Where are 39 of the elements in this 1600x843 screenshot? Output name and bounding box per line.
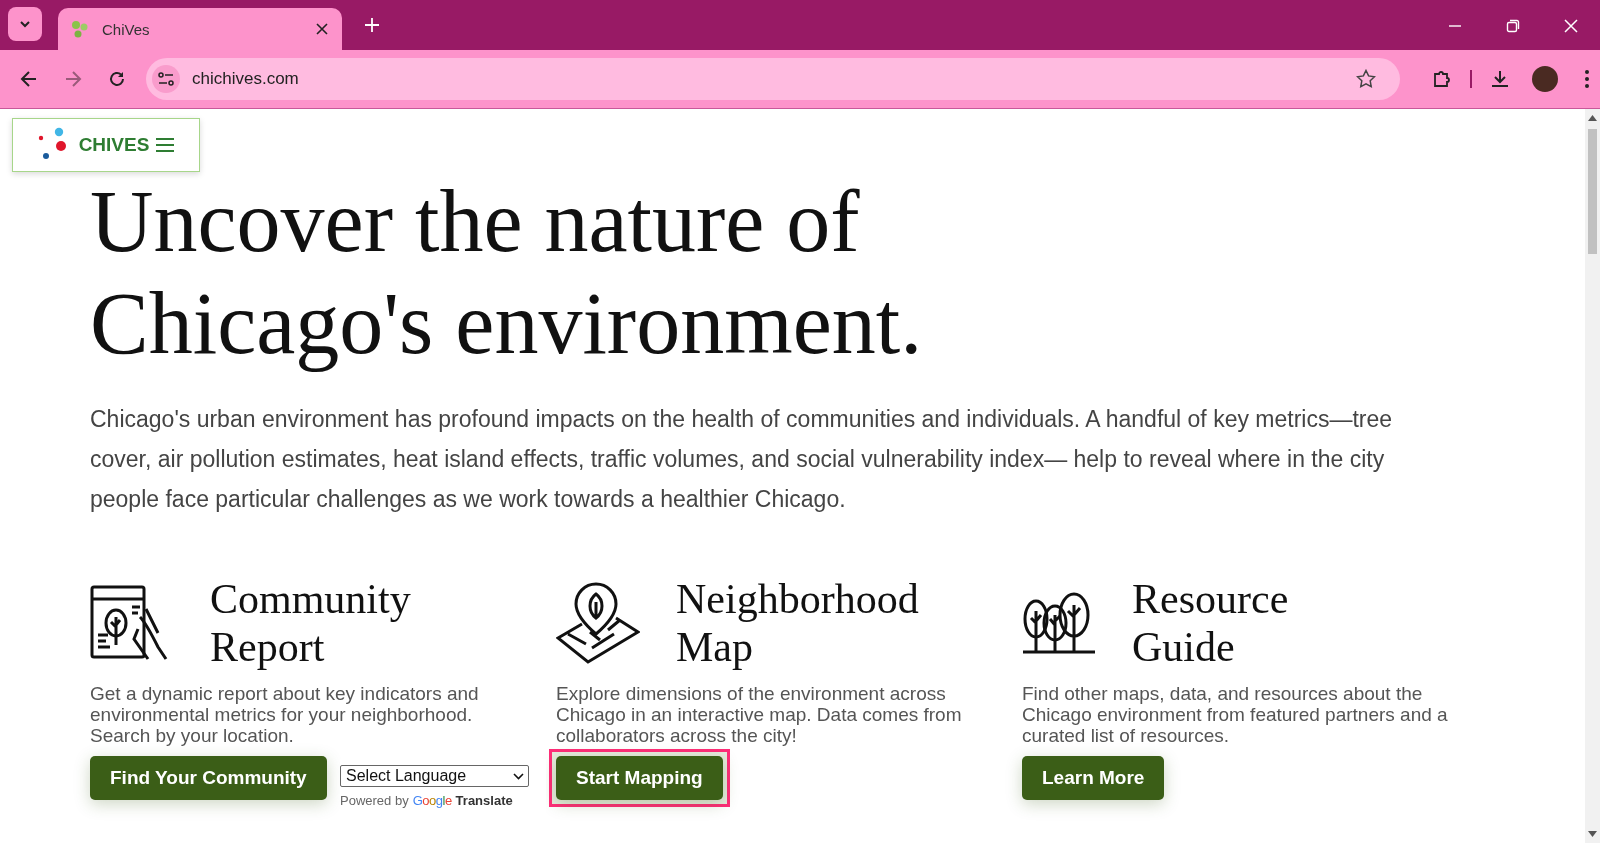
site-settings-icon[interactable] xyxy=(152,65,180,93)
scroll-up-icon[interactable] xyxy=(1588,115,1597,121)
card-description: Explore dimensions of the environment across Chicago in an interactive map. Data comes from collaborators across the city! xyxy=(556,683,963,746)
restore-icon[interactable] xyxy=(1506,19,1520,33)
scroll-down-icon[interactable] xyxy=(1588,831,1597,837)
favicon-icon xyxy=(70,19,90,39)
trees-icon xyxy=(1022,591,1096,655)
hero-heading: Uncover the nature of Chicago's environment. xyxy=(90,172,923,374)
language-select[interactable]: Select Language xyxy=(340,765,529,787)
menu-icon[interactable] xyxy=(1584,69,1590,89)
card-button[interactable]: Find Your Community xyxy=(90,756,327,800)
browser-tab[interactable]: ChiVes xyxy=(58,8,342,50)
reload-icon[interactable] xyxy=(108,70,126,88)
map-pin-leaf-icon xyxy=(556,582,640,664)
close-icon[interactable] xyxy=(316,23,328,35)
bookmark-star-icon[interactable] xyxy=(1356,69,1376,89)
chevron-down-icon xyxy=(19,20,31,28)
download-icon[interactable] xyxy=(1490,69,1510,89)
powered-by-label: Powered by xyxy=(340,793,409,808)
card-title: Community Report xyxy=(210,575,411,671)
card-title: Neighborhood Map xyxy=(676,575,919,671)
translate-link[interactable]: Translate xyxy=(455,793,513,808)
card-description: Get a dynamic report about key indicators and environmental metrics for your neighborhood. Search by your location. xyxy=(90,683,480,746)
tab-search-button[interactable] xyxy=(8,7,42,41)
back-icon[interactable] xyxy=(20,70,38,88)
chevron-down-icon xyxy=(513,772,524,780)
extensions-icon[interactable] xyxy=(1432,69,1452,89)
intro-paragraph: Chicago's urban environment has profound impacts on the health of communities and individuals. A handful of key metrics—tree cover, air pollution estimates, heat island effects, traffic volumes, and social vulnerability index— help to reveal where in the city people face particular challenges as we work towards a healthier Chicago. xyxy=(90,405,1394,514)
scrollbar-thumb[interactable] xyxy=(1588,129,1597,254)
profile-avatar[interactable] xyxy=(1532,66,1558,92)
menu-icon[interactable] xyxy=(155,137,176,153)
card-description: Find other maps, data, and resources about the Chicago environment from featured partners and a curated list of resources. xyxy=(1022,683,1449,746)
new-tab-icon[interactable] xyxy=(364,17,380,33)
card-button[interactable]: Learn More xyxy=(1022,756,1165,800)
google-logo: Google xyxy=(412,793,452,808)
site-logo-menu[interactable]: CHIVES xyxy=(12,118,200,172)
address-bar[interactable]: chichives.com xyxy=(146,58,1400,100)
card-button[interactable]: Start Mapping xyxy=(556,756,723,800)
card-title: Resource Guide xyxy=(1132,575,1289,671)
